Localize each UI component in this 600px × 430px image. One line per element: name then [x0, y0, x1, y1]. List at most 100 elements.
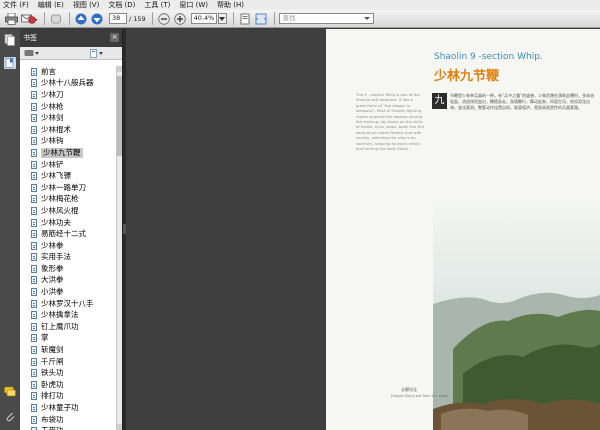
arrow-up-icon [75, 13, 87, 24]
bookmark-label: 少林风火棍 [41, 205, 79, 215]
bookmark-page-icon [31, 311, 37, 320]
bookmark-label: 少林刀 [41, 89, 64, 99]
bookmark-item[interactable]: 排打功 [20, 391, 117, 403]
bookmark-label: 斩魔剑 [41, 345, 64, 355]
menu-tools[interactable]: 工具 (T) [144, 0, 170, 10]
bookmark-item[interactable]: 少林童子功 [20, 402, 117, 414]
bookmark-item[interactable]: 小洪拳 [20, 286, 117, 298]
bookmark-item[interactable]: 斩魔剑 [20, 344, 117, 356]
next-page-button[interactable] [90, 12, 104, 26]
bookmark-page-icon [31, 102, 37, 111]
document-view[interactable]: Shaolin 9 -section Whip. 少林九节鞭 The 9 - s… [126, 29, 600, 430]
bookmark-label: 少林功夫 [41, 217, 71, 227]
menu-edit[interactable]: 编辑 (E) [38, 0, 64, 10]
bookmark-item[interactable]: 布袋功 [20, 414, 117, 426]
zoom-in-button[interactable] [173, 12, 187, 26]
bookmark-item[interactable]: 少林钩 [20, 136, 117, 148]
bookmark-item[interactable]: 少林一路单刀 [20, 182, 117, 194]
bookmarks-panel-icon[interactable] [4, 57, 16, 69]
close-panel-button[interactable]: × [110, 33, 119, 42]
bookmark-label: 钉上鹰爪功 [41, 321, 79, 331]
bookmark-item[interactable]: 少林梅花枪 [20, 194, 117, 206]
toolbar-separator [69, 12, 70, 25]
fit-width-icon [255, 13, 267, 24]
bookmark-item[interactable]: 前言 [20, 66, 117, 78]
chevron-down-icon [363, 17, 370, 20]
bookmarks-scrollbar[interactable] [116, 66, 122, 430]
scroll-up-arrow[interactable] [117, 66, 122, 72]
scroll-down-arrow[interactable] [117, 424, 122, 430]
page-number-input[interactable]: 38 [109, 13, 127, 24]
bookmark-item[interactable]: 少林风火棍 [20, 205, 117, 217]
bookmark-item[interactable]: 少林飞镖 [20, 170, 117, 182]
attachments-icon[interactable] [4, 411, 16, 423]
email-button[interactable] [20, 12, 38, 26]
zoom-dropdown-button[interactable] [217, 13, 227, 24]
fit-width-button[interactable] [254, 12, 268, 26]
hand-tool-button[interactable] [49, 12, 63, 26]
bookmark-item[interactable]: 少林擒拿法 [20, 309, 117, 321]
bookmark-page-icon [31, 380, 37, 389]
search-input[interactable]: 查找 [278, 13, 374, 24]
menu-file[interactable]: 文件 (F) [3, 0, 29, 10]
bookmark-item[interactable]: 少林十八般兵器 [20, 78, 117, 90]
bookmark-item[interactable]: 易筋经十二式 [20, 228, 117, 240]
bookmark-page-icon [31, 264, 37, 273]
toolbar-separator [151, 12, 153, 25]
bookmark-item[interactable]: 少林拳 [20, 240, 117, 252]
bookmark-item[interactable]: 玉带功 [20, 425, 117, 430]
bookmark-item[interactable]: 少林铲 [20, 159, 117, 171]
bookmark-item[interactable]: 少林剑 [20, 112, 117, 124]
bookmark-item[interactable]: 少林功夫 [20, 217, 117, 229]
menu-view[interactable]: 视图 (V) [73, 0, 99, 10]
menu-window[interactable]: 窗口 (W) [179, 0, 208, 10]
previous-page-button[interactable] [74, 12, 88, 26]
bookmark-item[interactable]: 象形拳 [20, 263, 117, 275]
bookmarks-panel: 书签 × 前言 少林十八般兵器 少林刀 少林枪 少林剑 少林棍术 少林钩 少林九节鞭 少林铲 少林… [20, 29, 123, 430]
arrow-down-icon [91, 13, 103, 24]
search-placeholder: 查找 [282, 14, 296, 22]
bookmark-options-icon[interactable] [24, 49, 40, 58]
bookmark-item[interactable]: 钉上鹰爪功 [20, 321, 117, 333]
bookmark-page-icon [31, 114, 37, 123]
bookmark-label: 实用手法 [41, 252, 71, 262]
toolbar-separator [273, 12, 275, 25]
bookmark-item[interactable]: 少林棍术 [20, 124, 117, 136]
bookmark-label: 前言 [41, 66, 56, 76]
bookmark-label: 少林擒拿法 [41, 310, 79, 320]
bookmark-item[interactable]: 掌 [20, 333, 117, 345]
new-bookmark-icon[interactable] [90, 48, 104, 58]
bookmark-label: 排打功 [41, 391, 64, 401]
hand-icon [51, 14, 61, 23]
bookmark-page-icon [31, 206, 37, 215]
scrollbar-thumb[interactable] [117, 76, 122, 156]
bookmark-label: 少林枪 [41, 101, 64, 111]
bookmark-item[interactable]: 少林枪 [20, 101, 117, 113]
print-button[interactable] [4, 12, 18, 26]
bookmarks-panel-header: 书签 × [20, 29, 122, 47]
bookmark-item[interactable]: 铁头功 [20, 367, 117, 379]
page-heading-english: Shaolin 9 -section Whip. [434, 52, 543, 62]
fit-page-button[interactable] [238, 12, 252, 26]
bookmark-item[interactable]: 大洪拳 [20, 275, 117, 287]
zoom-level-input[interactable]: 40.4% [190, 13, 217, 24]
bookmark-item[interactable]: 卧虎功 [20, 379, 117, 391]
comments-icon[interactable] [4, 386, 16, 398]
bookmark-label: 少林钩 [41, 136, 64, 146]
bookmark-label: 小洪拳 [41, 287, 64, 297]
printer-icon [4, 12, 18, 25]
bookmark-page-icon [31, 299, 37, 308]
menu-document[interactable]: 文档 (D) [108, 0, 135, 10]
pages-panel-icon[interactable] [4, 34, 16, 46]
bookmark-item[interactable]: 千斤闸 [20, 356, 117, 368]
bookmark-item[interactable]: 少林罗汉十八手 [20, 298, 117, 310]
bookmark-page-icon [31, 90, 37, 99]
zoom-out-button[interactable] [157, 12, 171, 26]
bookmark-label: 少林飞镖 [41, 171, 71, 181]
bookmark-item[interactable]: 实用手法 [20, 252, 117, 264]
app-window: 文件 (F) 编辑 (E) 视图 (V) 文档 (D) 工具 (T) 窗口 (W… [0, 0, 600, 430]
menu-help[interactable]: 帮助 (H) [217, 0, 244, 10]
bookmark-item[interactable]: 少林九节鞭 [20, 147, 117, 159]
bookmark-page-icon [31, 172, 37, 181]
bookmark-item[interactable]: 少林刀 [20, 89, 117, 101]
